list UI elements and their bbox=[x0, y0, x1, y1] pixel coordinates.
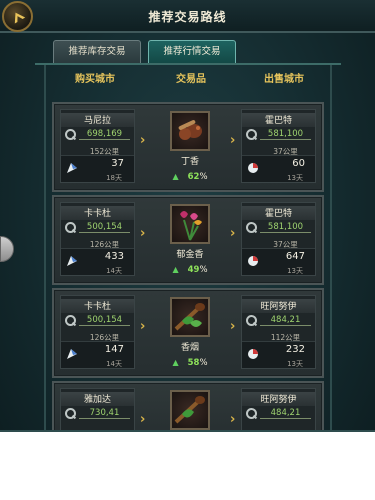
supply-icon bbox=[67, 163, 77, 173]
trade-route-screen: 推荐交易路线 推荐库存交易 推荐行情交易 购买城市 交易品 出售城市 马尼拉 6… bbox=[0, 0, 375, 500]
magnifier-icon bbox=[65, 315, 76, 326]
sell-city-name: 霍巴特 bbox=[242, 113, 315, 127]
tulip-icon[interactable] bbox=[170, 204, 210, 244]
buy-city-name: 卡卡杜 bbox=[61, 206, 134, 220]
arrow-right-icon: › bbox=[230, 412, 236, 427]
back-button[interactable] bbox=[2, 1, 33, 32]
supply-icon bbox=[67, 349, 77, 359]
side-drawer-handle[interactable] bbox=[0, 236, 14, 262]
up-arrow-icon: ▲ bbox=[172, 172, 179, 181]
buy-days: 14天 bbox=[106, 360, 122, 368]
sell-city-card[interactable]: 旺阿努伊 484,21 112公里 232 13天 bbox=[241, 295, 316, 369]
magnifier-icon bbox=[65, 408, 76, 419]
trade-route-row[interactable]: 卡卡杜 500,154 126公里 147 14天 › 香烟 ▲ 58% › 旺阿… bbox=[52, 288, 324, 378]
buy-city-name: 雅加达 bbox=[61, 392, 134, 406]
arrow-right-icon: › bbox=[140, 412, 146, 427]
sell-price: 484,21 bbox=[260, 408, 311, 419]
buy-quantity: 433 bbox=[104, 251, 124, 262]
demand-icon bbox=[248, 256, 258, 266]
arrow-right-icon: › bbox=[230, 319, 236, 334]
sell-quantity: 60 bbox=[292, 158, 305, 169]
sell-city-name: 旺阿努伊 bbox=[242, 299, 315, 313]
magnifier-icon bbox=[246, 222, 257, 233]
buy-quantity: 37 bbox=[111, 158, 124, 169]
arrow-right-icon: › bbox=[230, 226, 236, 241]
column-header-buy: 购买城市 bbox=[75, 74, 115, 85]
tobacco-icon[interactable] bbox=[170, 297, 210, 337]
blank-area bbox=[0, 432, 375, 500]
sell-city-card[interactable]: 霍巴特 581,100 37公里 60 13天 bbox=[241, 109, 316, 183]
trade-route-row[interactable]: 马尼拉 698,169 152公里 37 18天 › 丁香 ▲ 62% › 霍巴特… bbox=[52, 102, 324, 192]
profit-rate: ▲ 49% bbox=[172, 265, 208, 275]
sell-quantity: 647 bbox=[285, 251, 305, 262]
sell-days: 13天 bbox=[287, 360, 303, 368]
arrow-right-icon: › bbox=[140, 133, 146, 148]
top-bar: 推荐交易路线 bbox=[0, 0, 375, 33]
sell-city-name: 旺阿努伊 bbox=[242, 392, 315, 406]
tab-inventory-trade[interactable]: 推荐库存交易 bbox=[53, 40, 141, 64]
demand-icon bbox=[248, 163, 258, 173]
buy-days: 18天 bbox=[106, 174, 122, 182]
sell-quantity: 232 bbox=[285, 344, 305, 355]
sell-days: 13天 bbox=[287, 267, 303, 275]
clove-icon[interactable] bbox=[170, 111, 210, 151]
magnifier-icon bbox=[65, 222, 76, 233]
tab-market-trade[interactable]: 推荐行情交易 bbox=[148, 40, 236, 64]
trade-route-row[interactable]: 卡卡杜 500,154 126公里 433 14天 › 郁金香 ▲ 49% › 霍… bbox=[52, 195, 324, 285]
buy-quantity: 147 bbox=[104, 344, 124, 355]
buy-city-name: 卡卡杜 bbox=[61, 299, 134, 313]
buy-price: 730,41 bbox=[79, 408, 130, 419]
tobacco-icon[interactable] bbox=[170, 390, 210, 430]
goods-name: 郁金香 bbox=[176, 250, 204, 260]
buy-price: 698,169 bbox=[79, 129, 130, 140]
magnifier-icon bbox=[246, 408, 257, 419]
buy-city-card[interactable]: 马尼拉 698,169 152公里 37 18天 bbox=[60, 109, 135, 183]
profit-rate: ▲ 58% bbox=[172, 358, 208, 368]
buy-city-card[interactable]: 雅加达 730,41 bbox=[60, 388, 135, 436]
supply-icon bbox=[67, 256, 77, 266]
sell-city-name: 霍巴特 bbox=[242, 206, 315, 220]
up-arrow-icon: ▲ bbox=[172, 358, 179, 367]
profit-rate: ▲ 62% bbox=[172, 172, 208, 182]
arrow-right-icon: › bbox=[140, 226, 146, 241]
buy-price: 500,154 bbox=[79, 315, 130, 326]
magnifier-icon bbox=[65, 129, 76, 140]
sell-price: 484,21 bbox=[260, 315, 311, 326]
buy-days: 14天 bbox=[106, 267, 122, 275]
column-header-sell: 出售城市 bbox=[264, 74, 304, 85]
column-header-goods: 交易品 bbox=[176, 74, 206, 85]
buy-city-card[interactable]: 卡卡杜 500,154 126公里 433 14天 bbox=[60, 202, 135, 276]
demand-icon bbox=[248, 349, 258, 359]
up-arrow-icon: ▲ bbox=[172, 265, 179, 274]
buy-city-name: 马尼拉 bbox=[61, 113, 134, 127]
sell-price: 581,100 bbox=[260, 129, 311, 140]
sell-price: 581,100 bbox=[260, 222, 311, 233]
back-arrow-icon bbox=[14, 12, 26, 24]
sell-city-card[interactable]: 霍巴特 581,100 37公里 647 13天 bbox=[241, 202, 316, 276]
sell-days: 13天 bbox=[287, 174, 303, 182]
magnifier-icon bbox=[246, 315, 257, 326]
arrow-right-icon: › bbox=[140, 319, 146, 334]
buy-price: 500,154 bbox=[79, 222, 130, 233]
goods-name: 香烟 bbox=[180, 343, 199, 353]
buy-city-card[interactable]: 卡卡杜 500,154 126公里 147 14天 bbox=[60, 295, 135, 369]
page-title: 推荐交易路线 bbox=[148, 10, 227, 24]
sell-city-card[interactable]: 旺阿努伊 484,21 bbox=[241, 388, 316, 436]
goods-name: 丁香 bbox=[180, 157, 199, 167]
magnifier-icon bbox=[246, 129, 257, 140]
arrow-right-icon: › bbox=[230, 133, 236, 148]
